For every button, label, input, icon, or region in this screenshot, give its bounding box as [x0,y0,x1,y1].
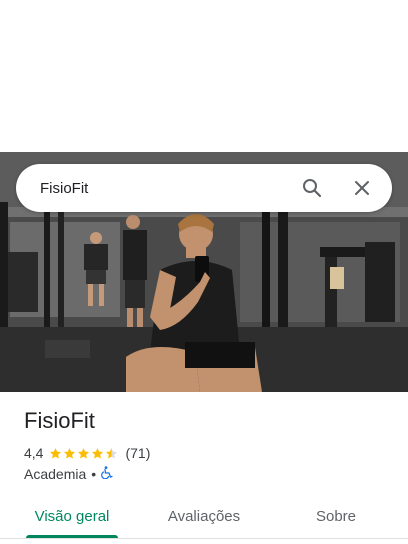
rating-value: 4,4 [24,445,44,461]
star-half-icon [106,447,118,459]
rating-row[interactable]: 4,4 (71) [24,445,150,461]
star-rating [49,447,119,460]
separator: • [91,466,97,482]
star-icon [92,447,104,459]
search-icon[interactable] [300,176,324,200]
star-icon [78,447,90,459]
wheelchair-icon [101,466,113,482]
star-icon [50,447,62,459]
close-icon[interactable] [350,176,374,200]
star-icon [64,447,76,459]
place-tabs: Visão geral Avaliações Sobre [0,494,408,539]
tab-reviews[interactable]: Avaliações [148,494,260,538]
tab-about[interactable]: Sobre [280,494,392,538]
place-title: FisioFit [24,408,95,433]
review-count[interactable]: (71) [125,445,150,461]
category-row: Academia • [24,466,113,482]
search-bar[interactable]: FisioFit [16,164,392,212]
search-input[interactable]: FisioFit [40,180,300,197]
tab-overview[interactable]: Visão geral [16,494,128,538]
category-label: Academia [24,466,87,482]
active-tab-indicator [26,535,118,538]
